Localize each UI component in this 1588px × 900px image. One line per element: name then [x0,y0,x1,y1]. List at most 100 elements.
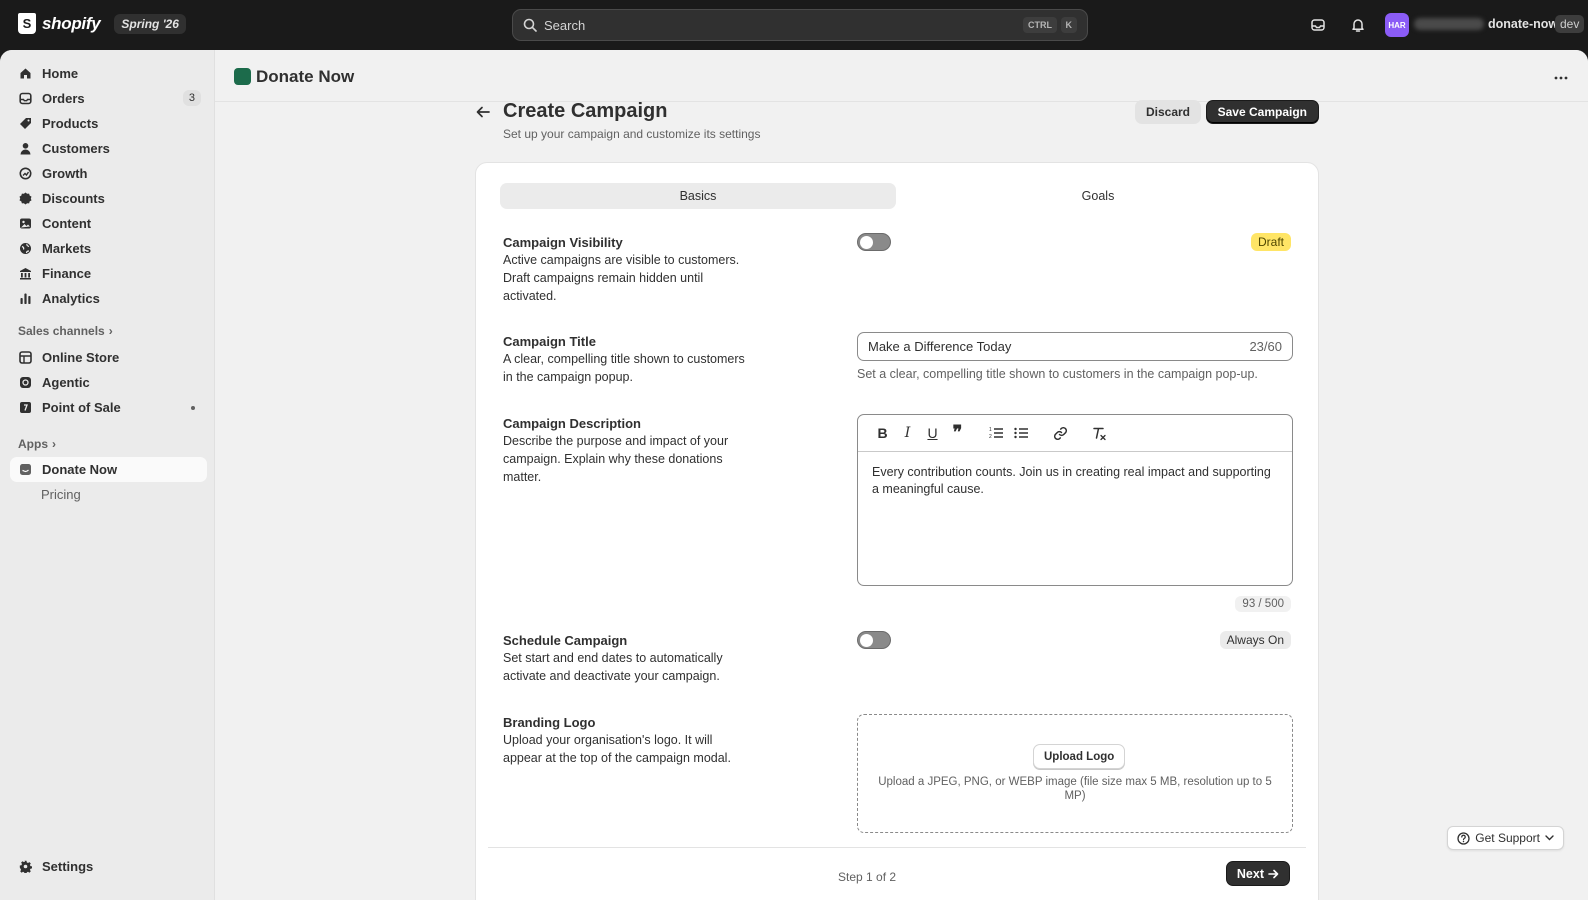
status-dot [191,406,195,410]
discard-button[interactable]: Discard [1134,100,1201,124]
get-support-button[interactable]: Get Support [1447,826,1564,850]
sidebar-item-finance[interactable]: Finance [10,261,207,286]
sidebar-item-pricing[interactable]: Pricing [10,482,207,507]
apps-heading[interactable]: Apps › [18,437,56,451]
next-button[interactable]: Next [1225,861,1290,886]
save-campaign-button[interactable]: Save Campaign [1205,100,1319,124]
campaign-title-value: Make a Difference Today [868,339,1012,354]
link-icon[interactable] [1048,421,1073,445]
description-text[interactable]: Every contribution counts. Join us in cr… [858,452,1292,510]
content-icon [18,217,32,231]
visibility-toggle[interactable] [857,233,891,251]
bold-icon[interactable]: B [870,421,895,445]
bank-icon [18,267,32,281]
orders-count-badge: 3 [182,90,201,106]
donate-now-logo-icon [234,68,251,85]
sidebar-item-label: Customers [42,141,110,156]
inbox-icon[interactable] [1308,15,1328,35]
schedule-description: Set start and end dates to automatically… [503,651,723,683]
italic-icon[interactable]: I [895,421,920,445]
quote-icon[interactable]: ❞ [945,421,970,445]
person-icon [18,142,32,156]
tag-icon [18,117,32,131]
step-indicator: Step 1 of 2 [838,870,897,884]
branding-title: Branding Logo [503,715,596,730]
brand-text: shopify [42,13,101,33]
sidebar-item-agentic[interactable]: Agentic [10,370,207,395]
sales-channels-label: Sales channels [18,324,105,338]
avatar[interactable]: HAR [1385,13,1409,37]
upload-logo-button[interactable]: Upload Logo [1033,744,1126,769]
chevron-right-icon: › [108,324,113,338]
sidebar: Home Orders 3 Products Customers Growth … [0,50,215,900]
shopify-logo[interactable]: shopify Spring '26 [18,13,186,34]
growth-icon [18,167,32,181]
sidebar-item-growth[interactable]: Growth [10,161,207,186]
sidebar-item-label: Orders [42,91,85,106]
top-bar: shopify Spring '26 Search CTRL K HAR don… [0,0,1588,50]
sales-channels-heading[interactable]: Sales channels › [18,324,113,338]
arrow-right-icon [1268,869,1279,878]
sidebar-item-content[interactable]: Content [10,211,207,236]
visibility-description: Active campaigns are visible to customer… [503,253,740,303]
status-badge-always-on: Always On [1219,631,1291,649]
sidebar-item-customers[interactable]: Customers [10,136,207,161]
title-char-count: 23/60 [1249,339,1282,354]
sidebar-item-analytics[interactable]: Analytics [10,286,207,311]
sidebar-item-label: Products [42,116,99,131]
sidebar-item-markets[interactable]: Markets [10,236,207,261]
page-header: Create Campaign Set up your campaign and… [475,100,1319,142]
page-title: Create Campaign [503,100,668,122]
sidebar-item-label: Donate Now [42,462,118,477]
store-icon [18,351,32,365]
shopify-bag-icon [18,13,36,34]
app-title: Donate Now [256,67,355,86]
sidebar-item-label: Pricing [41,487,81,502]
campaign-title-input[interactable]: Make a Difference Today 23/60 [857,332,1293,361]
sidebar-item-donate-now[interactable]: Donate Now [10,457,207,482]
sidebar-item-label: Finance [42,266,92,281]
sidebar-item-orders[interactable]: Orders 3 [10,86,207,111]
sidebar-item-discounts[interactable]: Discounts [10,186,207,211]
sidebar-item-label: Online Store [42,350,120,365]
main-content: Donate Now Create Campaign Set up your c… [215,50,1588,900]
get-support-label: Get Support [1475,831,1540,845]
ordered-list-icon[interactable]: 12 [984,421,1009,445]
sidebar-item-online-store[interactable]: Online Store [10,345,207,370]
orders-icon [18,92,32,106]
schedule-toggle[interactable] [857,631,891,649]
bell-icon[interactable] [1348,15,1368,35]
search-bar[interactable]: Search CTRL K [512,9,1088,41]
sidebar-item-home[interactable]: Home [10,61,207,86]
sidebar-item-point-of-sale[interactable]: Point of Sale [10,395,207,420]
store-name[interactable]: donate-now [1488,17,1558,31]
sidebar-item-label: Discounts [42,191,105,206]
next-label: Next [1236,866,1264,881]
tab-basics[interactable]: Basics [500,183,896,209]
sidebar-item-label: Markets [42,241,92,256]
svg-text:2: 2 [989,434,992,440]
more-actions-icon[interactable] [1554,68,1568,83]
back-arrow-icon[interactable] [475,104,491,123]
sidebar-item-label: Agentic [42,375,90,390]
shortcut-k: K [1060,17,1077,33]
description-char-count: 93 / 500 [1235,596,1291,612]
clear-format-icon[interactable] [1087,421,1112,445]
sidebar-item-label: Settings [42,859,94,874]
underline-icon[interactable]: U [920,421,945,445]
tab-goals[interactable]: Goals [900,183,1296,209]
chevron-down-icon [1545,835,1554,841]
sidebar-item-label: Growth [42,166,88,181]
sidebar-item-products[interactable]: Products [10,111,207,136]
bullet-list-icon[interactable] [1009,421,1034,445]
form-tabs: Basics Goals [500,183,1296,209]
edition-badge: Spring '26 [114,13,186,34]
pos-icon [18,401,32,415]
logo-dropzone[interactable]: Upload Logo Upload a JPEG, PNG, or WEBP … [857,714,1293,833]
agentic-icon [18,376,32,390]
sidebar-item-settings[interactable]: Settings [10,854,207,879]
home-icon [18,67,32,81]
app-header: Donate Now [215,50,1588,102]
visibility-title: Campaign Visibility [503,235,623,250]
schedule-title: Schedule Campaign [503,633,628,648]
